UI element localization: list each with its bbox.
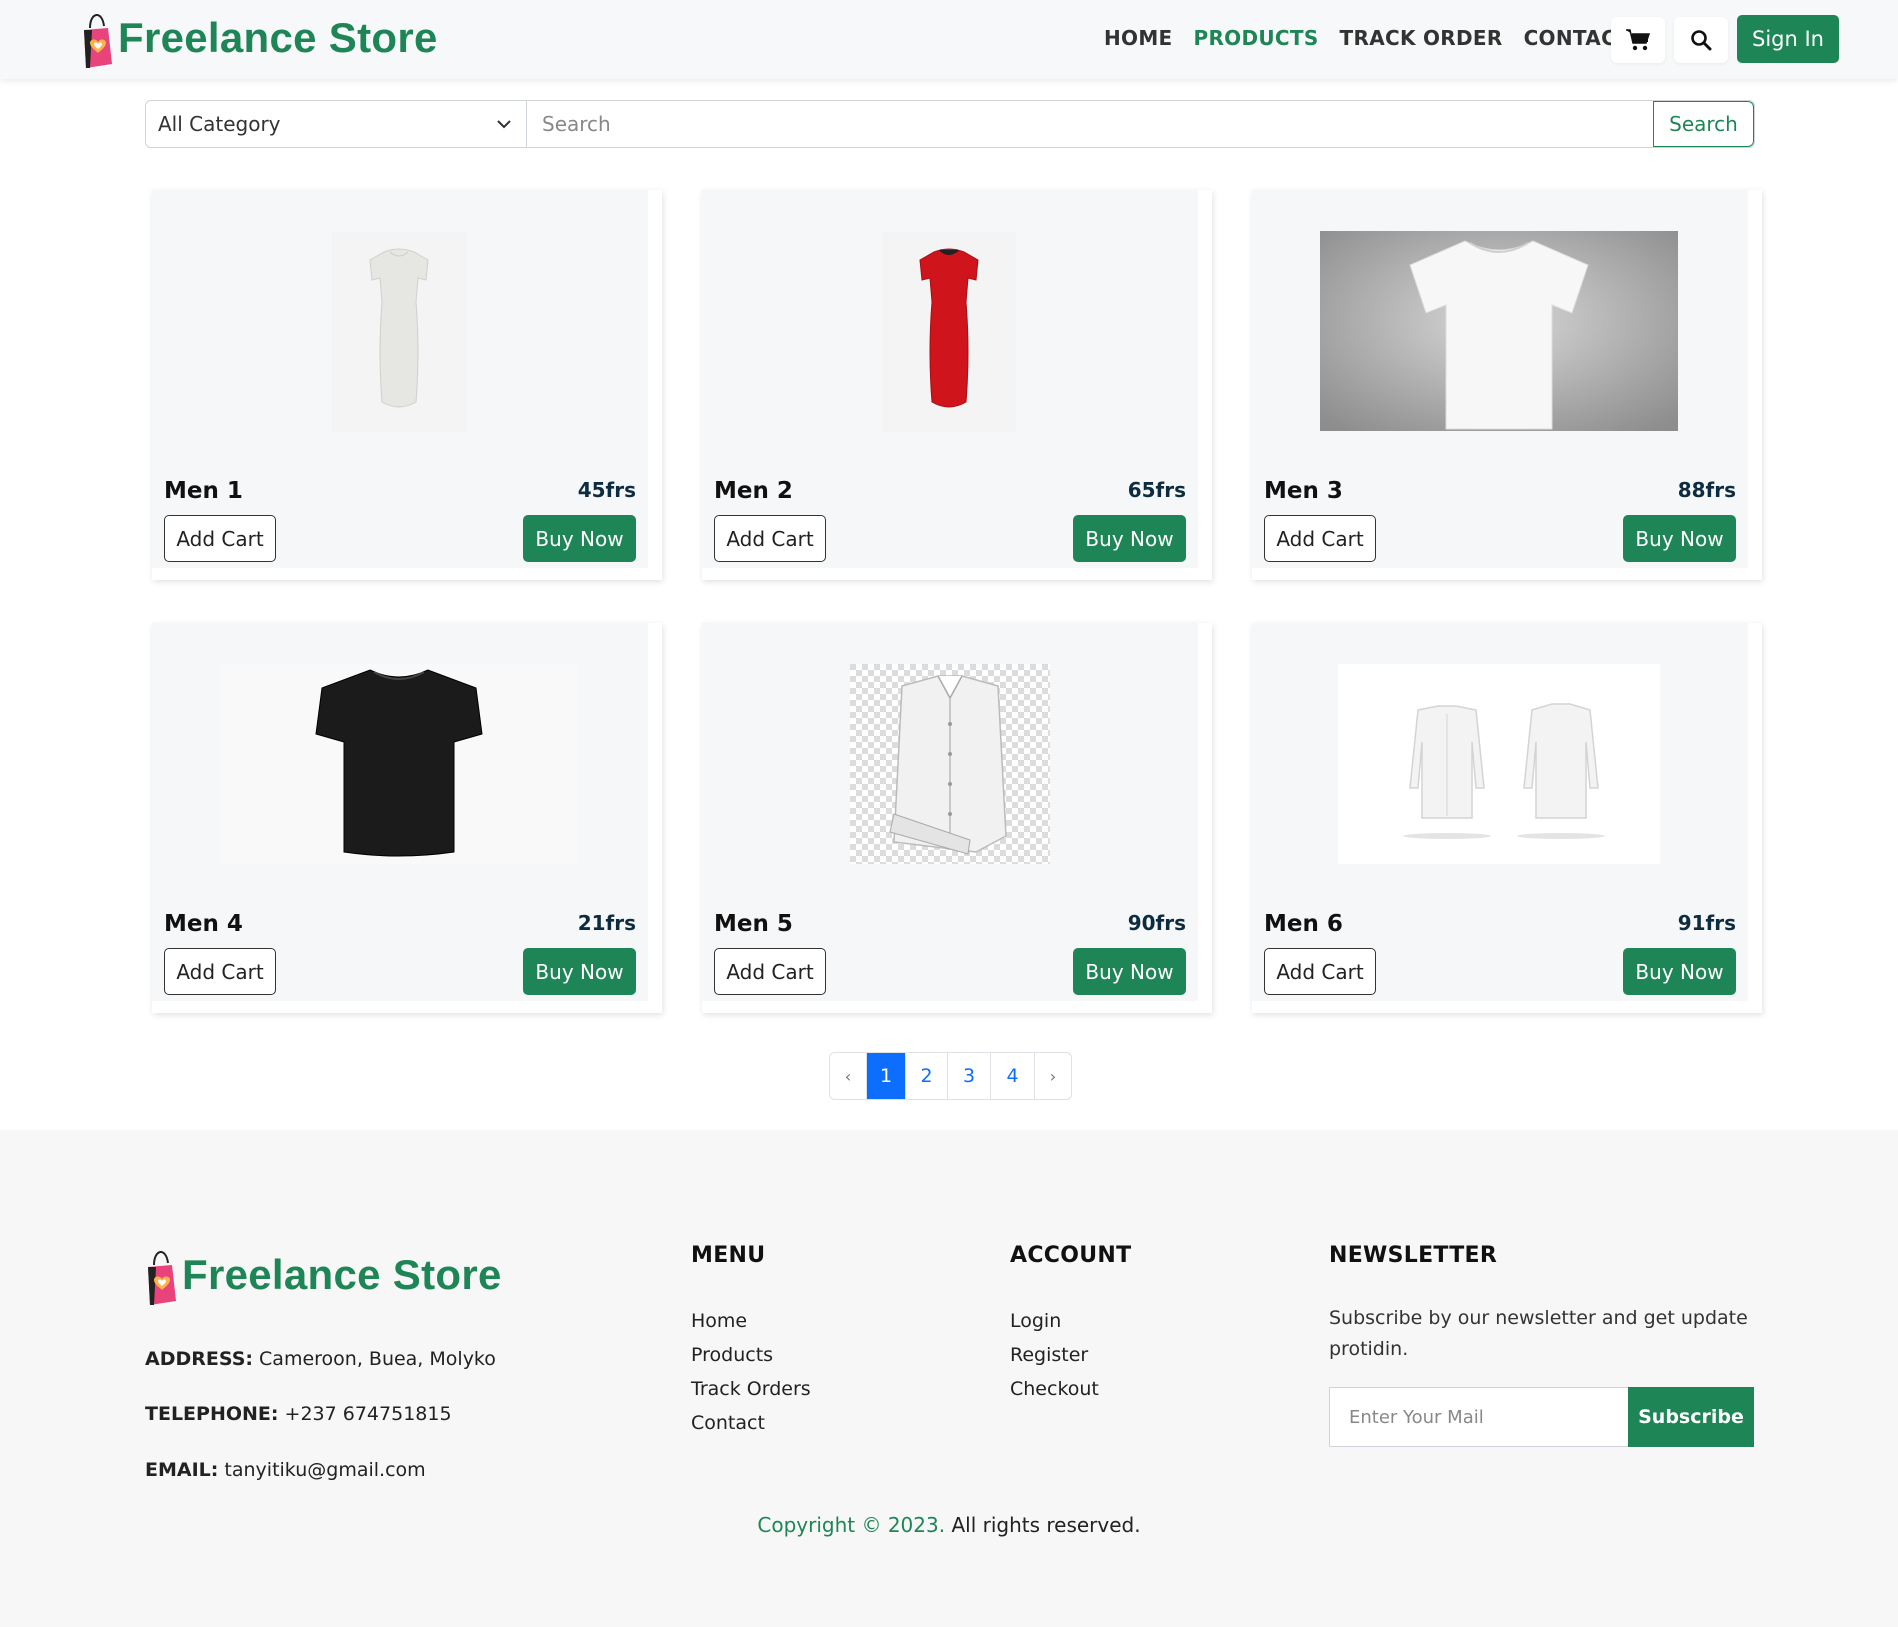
nav-links: HOME PRODUCTS TRACK ORDER CONTACT	[1104, 26, 1651, 50]
white-dress-shirt-image	[850, 664, 1050, 864]
white-dress-image	[332, 232, 466, 432]
buy-now-button[interactable]: Buy Now	[1623, 515, 1736, 562]
email-label: EMAIL:	[145, 1459, 219, 1481]
copyright-year: Copyright © 2023.	[757, 1513, 946, 1537]
footer-brand-name: Freelance Store	[182, 1251, 502, 1298]
add-cart-button[interactable]: Add Cart	[164, 515, 276, 562]
search-input[interactable]	[527, 101, 1653, 147]
product-card-body: Men 4 21frs Add Cart Buy Now	[152, 623, 648, 1001]
cart-button[interactable]	[1611, 17, 1665, 63]
telephone-label: TELEPHONE:	[145, 1403, 279, 1425]
product-price: 90frs	[1127, 911, 1186, 935]
product-price: 88frs	[1677, 478, 1736, 502]
copyright-rights: All rights reserved.	[945, 1513, 1141, 1537]
footer-link-checkout[interactable]: Checkout	[1010, 1378, 1099, 1400]
add-cart-button[interactable]: Add Cart	[1264, 515, 1376, 562]
white-tshirt-image	[1320, 231, 1678, 431]
footer-link-login[interactable]: Login	[1010, 1310, 1061, 1332]
buy-now-button[interactable]: Buy Now	[1623, 948, 1736, 995]
footer-brand-logo[interactable]: Freelance Store	[146, 1243, 502, 1307]
product-name: Men 5	[714, 911, 793, 937]
add-cart-button[interactable]: Add Cart	[164, 948, 276, 995]
shopping-bag-logo-icon	[84, 14, 112, 68]
nav-products[interactable]: PRODUCTS	[1194, 26, 1319, 50]
buy-now-button[interactable]: Buy Now	[1073, 515, 1186, 562]
telephone-value: +237 674751815	[284, 1403, 452, 1425]
footer-link-contact[interactable]: Contact	[691, 1412, 765, 1434]
product-card: Men 2 65frs Add Cart Buy Now	[702, 190, 1212, 580]
white-long-sleeve-shirts-image	[1338, 664, 1660, 864]
product-card: Men 1 45frs Add Cart Buy Now	[152, 190, 662, 580]
newsletter-description: Subscribe by our newsletter and get upda…	[1329, 1307, 1748, 1360]
page-3-button[interactable]: 3	[948, 1053, 991, 1099]
footer-link-track-orders[interactable]: Track Orders	[691, 1378, 811, 1400]
footer-address: ADDRESS: Cameroon, Buea, Molyko	[145, 1348, 496, 1370]
newsletter-form: Subscribe	[1329, 1387, 1754, 1447]
footer-telephone: TELEPHONE: +237 674751815	[145, 1403, 452, 1425]
product-card: Men 3 88frs Add Cart Buy Now	[1252, 190, 1762, 580]
product-name: Men 4	[164, 911, 243, 937]
add-cart-button[interactable]: Add Cart	[1264, 948, 1376, 995]
copyright: Copyright © 2023. All rights reserved.	[0, 1513, 1898, 1537]
footer-link-register[interactable]: Register	[1010, 1344, 1088, 1366]
search-submit-button[interactable]: Search	[1653, 101, 1754, 147]
page-4-button[interactable]: 4	[991, 1053, 1035, 1099]
add-cart-button[interactable]: Add Cart	[714, 515, 826, 562]
product-name: Men 6	[1264, 911, 1343, 937]
email-value: tanyitiku@gmail.com	[224, 1459, 426, 1481]
subscribe-button[interactable]: Subscribe	[1628, 1387, 1754, 1447]
newsletter-email-input[interactable]	[1329, 1387, 1628, 1447]
page-2-button[interactable]: 2	[906, 1053, 948, 1099]
product-price: 45frs	[577, 478, 636, 502]
product-price: 65frs	[1127, 478, 1186, 502]
nav-home[interactable]: HOME	[1104, 26, 1173, 50]
product-name: Men 3	[1264, 478, 1343, 504]
footer-menu-heading: MENU	[691, 1243, 766, 1268]
search-bar: All Category Search	[145, 100, 1755, 148]
page-prev-button[interactable]: ‹	[830, 1053, 867, 1099]
product-card: Men 4 21frs Add Cart Buy Now	[152, 623, 662, 1013]
pagination: ‹ 1 2 3 4 ›	[829, 1052, 1072, 1100]
search-button[interactable]	[1674, 17, 1728, 63]
page-next-button[interactable]: ›	[1035, 1053, 1071, 1099]
product-name: Men 1	[164, 478, 243, 504]
buy-now-button[interactable]: Buy Now	[1073, 948, 1186, 995]
nav-track-order[interactable]: TRACK ORDER	[1340, 26, 1503, 50]
navbar: Freelance Store HOME PRODUCTS TRACK ORDE…	[0, 0, 1898, 79]
footer-link-products[interactable]: Products	[691, 1344, 773, 1366]
product-card-body: Men 1 45frs Add Cart Buy Now	[152, 190, 648, 568]
footer-link-home[interactable]: Home	[691, 1310, 747, 1332]
footer-newsletter-heading: NEWSLETTER	[1329, 1243, 1498, 1268]
product-card: Men 6 91frs Add Cart Buy Now	[1252, 623, 1762, 1013]
product-card-body: Men 2 65frs Add Cart Buy Now	[702, 190, 1198, 568]
address-value: Cameroon, Buea, Molyko	[259, 1348, 496, 1370]
product-card-body: Men 6 91frs Add Cart Buy Now	[1252, 623, 1748, 1001]
product-price: 91frs	[1677, 911, 1736, 935]
footer	[0, 1130, 1898, 1627]
product-price: 21frs	[577, 911, 636, 935]
chevron-down-icon	[497, 120, 511, 129]
footer-email: EMAIL: tanyitiku@gmail.com	[145, 1459, 426, 1481]
sign-in-button[interactable]: Sign In	[1737, 15, 1839, 63]
product-card-body: Men 5 90frs Add Cart Buy Now	[702, 623, 1198, 1001]
buy-now-button[interactable]: Buy Now	[523, 515, 636, 562]
brand-name: Freelance Store	[118, 14, 438, 61]
red-dress-image	[882, 232, 1016, 432]
page-1-button[interactable]: 1	[867, 1053, 906, 1099]
search-icon	[1691, 30, 1712, 51]
footer-account-heading: ACCOUNT	[1010, 1243, 1132, 1268]
product-card: Men 5 90frs Add Cart Buy Now	[702, 623, 1212, 1013]
black-tshirt-image	[220, 664, 578, 864]
shopping-bag-logo-icon	[148, 1251, 176, 1305]
buy-now-button[interactable]: Buy Now	[523, 948, 636, 995]
cart-icon	[1626, 29, 1651, 51]
address-label: ADDRESS:	[145, 1348, 253, 1370]
product-name: Men 2	[714, 478, 793, 504]
category-selected: All Category	[158, 112, 281, 136]
brand-logo[interactable]: Freelance Store	[82, 6, 438, 70]
category-select[interactable]: All Category	[146, 101, 527, 147]
add-cart-button[interactable]: Add Cart	[714, 948, 826, 995]
product-card-body: Men 3 88frs Add Cart Buy Now	[1252, 190, 1748, 568]
